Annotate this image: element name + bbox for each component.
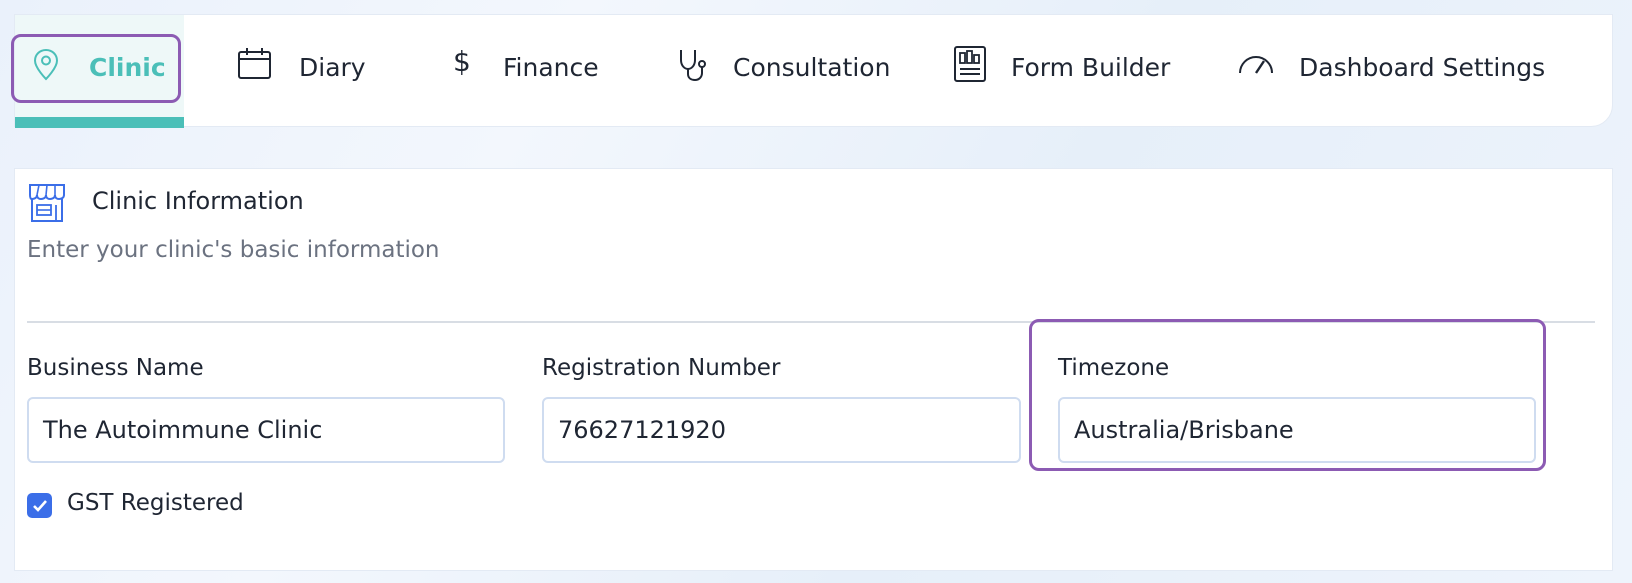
tab-label: Finance <box>503 53 599 82</box>
active-tab-indicator <box>15 117 184 128</box>
tab-label: Diary <box>299 53 366 82</box>
map-pin-icon <box>33 48 59 82</box>
tab-form-builder[interactable]: Form Builder <box>953 15 1183 128</box>
gst-registered-label: GST Registered <box>67 490 244 516</box>
form-icon <box>953 45 987 83</box>
tab-label: Form Builder <box>1011 53 1171 82</box>
business-name-input[interactable]: The Autoimmune Clinic <box>27 397 505 463</box>
storefront-icon <box>27 181 67 227</box>
calendar-icon <box>237 47 273 81</box>
clinic-information-card: Clinic Information Enter your clinic's b… <box>14 168 1613 571</box>
checkmark-icon <box>32 499 47 512</box>
tab-finance[interactable]: $ Finance <box>445 15 625 128</box>
tab-dashboard-settings[interactable]: Dashboard Settings <box>1237 15 1567 128</box>
timezone-input[interactable]: Australia/Brisbane <box>1058 397 1536 463</box>
gauge-icon <box>1237 53 1275 77</box>
tab-label: Clinic <box>89 53 166 82</box>
gst-registered-checkbox[interactable] <box>27 493 52 518</box>
registration-number-input[interactable]: 76627121920 <box>542 397 1021 463</box>
section-subtitle: Enter your clinic's basic information <box>27 237 440 263</box>
tab-label: Consultation <box>733 53 891 82</box>
stethoscope-icon <box>677 48 709 82</box>
timezone-label: Timezone <box>1058 355 1170 381</box>
business-name-label: Business Name <box>27 355 204 381</box>
tab-diary[interactable]: Diary <box>235 15 385 128</box>
tab-label: Dashboard Settings <box>1299 53 1546 82</box>
tab-clinic[interactable]: Clinic <box>15 15 184 128</box>
divider <box>27 321 1595 323</box>
tab-consultation[interactable]: Consultation <box>675 15 915 128</box>
dollar-icon: $ <box>453 45 471 78</box>
settings-nav: Clinic Diary $ Finance Consultation Form… <box>14 14 1613 128</box>
section-title: Clinic Information <box>92 187 304 215</box>
registration-number-label: Registration Number <box>542 355 781 381</box>
